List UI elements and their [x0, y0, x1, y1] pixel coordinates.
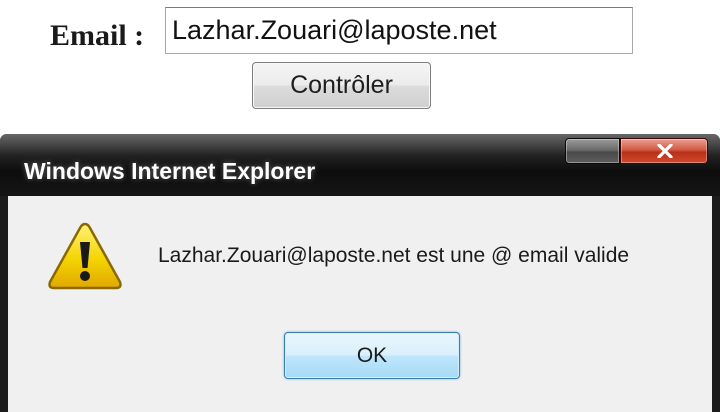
check-button[interactable]: Contrôler — [252, 62, 431, 109]
alert-dialog: Windows Internet Explorer Lazhar.Zouari@… — [0, 134, 720, 412]
titlebar-blank-button — [565, 138, 620, 164]
dialog-title: Windows Internet Explorer — [24, 158, 316, 184]
dialog-body: Lazhar.Zouari@laposte.net est une @ emai… — [8, 196, 712, 412]
dialog-message: Lazhar.Zouari@laposte.net est une @ emai… — [158, 244, 630, 267]
ok-button[interactable]: OK — [284, 332, 460, 379]
email-label: Email : — [50, 19, 145, 52]
warning-icon — [48, 222, 122, 290]
email-input[interactable]: Lazhar.Zouari@laposte.net — [165, 7, 633, 54]
close-button[interactable] — [620, 138, 708, 164]
close-icon — [657, 144, 673, 158]
page: Email : Lazhar.Zouari@laposte.net Contrô… — [0, 0, 720, 412]
dialog-titlebar[interactable]: Windows Internet Explorer — [0, 134, 720, 196]
